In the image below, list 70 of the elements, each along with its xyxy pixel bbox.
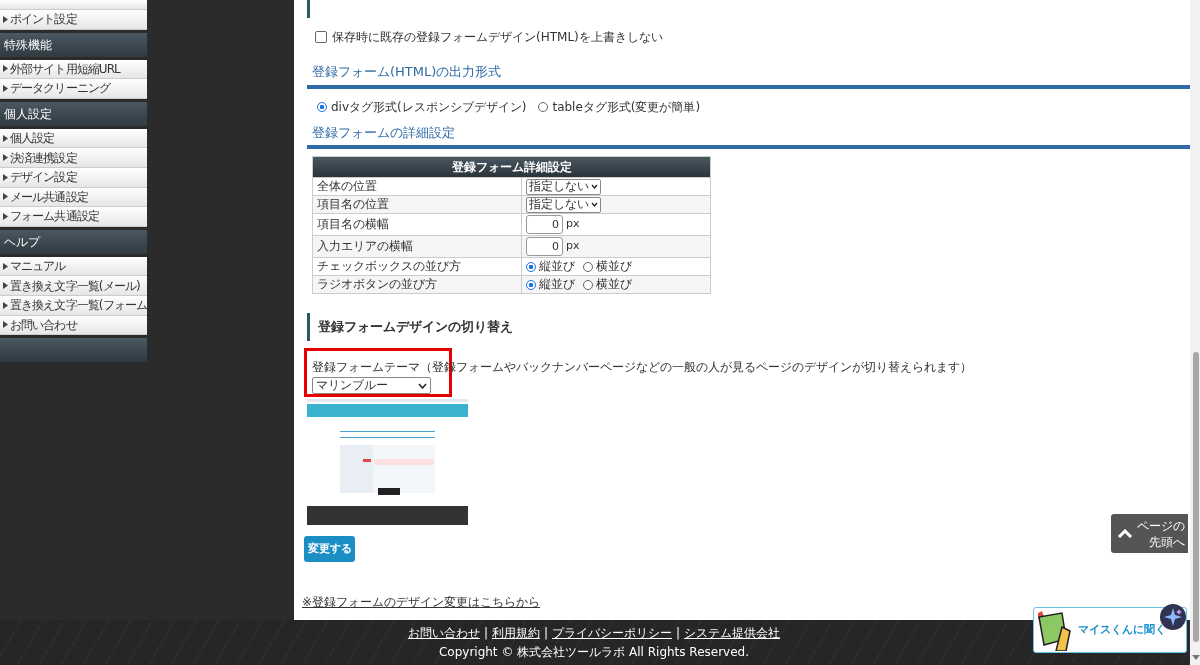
radio-label: 縦並び	[539, 275, 575, 293]
section-heading: 登録フォームの詳細設定	[311, 123, 456, 142]
radio-button[interactable]	[583, 261, 593, 272]
sidebar-item[interactable]: 置き換え文字一覧(メール)	[0, 276, 147, 296]
sidebar-item[interactable]: 置き換え文字一覧(フォーム	[0, 295, 147, 316]
chevron-up-icon	[1117, 529, 1133, 538]
section-heading: 登録フォーム(HTML)の出力形式	[311, 63, 503, 81]
sidebar-item[interactable]: 決済連携設定	[0, 148, 147, 168]
radio-label: 横並び	[596, 257, 632, 275]
radio-label: divタグ形式(レスポンシブデザイン)	[331, 98, 527, 116]
radio-button[interactable]	[538, 101, 549, 112]
triangle-icon	[3, 193, 8, 201]
footer-link[interactable]: プライバシーポリシー	[552, 624, 672, 642]
separator: |	[543, 625, 548, 642]
table-cell: ラジオボタンの並び方	[313, 276, 522, 293]
triangle-icon	[3, 321, 8, 329]
table-header: 登録フォーム詳細設定	[313, 157, 710, 177]
triangle-icon	[3, 262, 8, 270]
unit-label: px	[566, 216, 580, 233]
triangle-icon	[3, 154, 8, 162]
radio-button[interactable]	[583, 279, 593, 290]
sidebar-item[interactable]: マニュアル	[0, 256, 147, 277]
radio-button[interactable]	[317, 101, 327, 112]
checkbox-label: 保存時に既存の登録フォームデザイン(HTML)を上書きしない	[332, 29, 663, 46]
separator: |	[676, 625, 681, 642]
triangle-icon	[3, 65, 8, 73]
chat-button[interactable]: マイスくんに聞く	[1033, 607, 1187, 653]
footer-link[interactable]: 利用規約	[491, 624, 540, 642]
sidebar-heading: 個人設定	[0, 101, 147, 126]
submit-button[interactable]: 変更する	[304, 536, 355, 562]
footer-link[interactable]: お問い合わせ	[407, 624, 480, 642]
design-change-link[interactable]: ※登録フォームのデザイン変更はこちらから	[302, 593, 541, 611]
sidebar-item[interactable]: メール共通設定	[0, 187, 147, 208]
chevron-icon	[591, 184, 598, 189]
select-field[interactable]: 指定しない	[526, 196, 601, 213]
triangle-icon	[3, 85, 8, 92]
triangle-icon	[3, 301, 8, 309]
sidebar-heading: 特殊機能	[0, 32, 147, 57]
copyright-text: Copyright © 株式会社ツールラボ All Rights Reserved.	[438, 644, 750, 661]
triangle-icon	[3, 282, 8, 290]
sidebar-item[interactable]: 個人設定	[0, 128, 147, 149]
triangle-icon	[3, 212, 8, 220]
sidebar-item[interactable]: フォーム共通設定	[0, 207, 147, 227]
select-field[interactable]: 指定しない	[526, 178, 601, 195]
unit-label: px	[566, 238, 580, 255]
triangle-icon	[3, 134, 8, 142]
triangle-icon	[3, 173, 8, 181]
number-field[interactable]: 0	[526, 215, 563, 234]
theme-select[interactable]: マリンブルー	[312, 377, 431, 394]
back-to-top-button[interactable]: ページの 先頭へ	[1111, 514, 1188, 553]
radio-button[interactable]	[526, 261, 536, 272]
radio-label: tableタグ形式(変更が簡単)	[552, 98, 701, 116]
sidebar-item[interactable]: 外部サイト用短縮URL	[0, 59, 147, 80]
radio-label: 縦並び	[539, 257, 575, 275]
sidebar-item[interactable]: お問い合わせ	[0, 315, 147, 336]
footer-link[interactable]: システム提供会社	[684, 624, 781, 642]
separator: |	[483, 625, 488, 642]
radio-label: 横並び	[596, 275, 632, 293]
radio-button[interactable]	[526, 279, 536, 290]
sidebar-item[interactable]: デザイン設定	[0, 167, 147, 188]
chevron-icon	[591, 202, 598, 207]
heading-bar	[307, 0, 310, 18]
sidebar-heading: ヘルプ	[0, 229, 147, 254]
sidebar-item[interactable]: ポイント設定	[0, 10, 147, 30]
sidebar-item[interactable]: データクリーニング	[0, 79, 147, 99]
number-field[interactable]: 0	[526, 237, 563, 256]
triangle-icon	[3, 15, 8, 23]
section-heading: 登録フォームデザインの切り替え	[307, 313, 607, 341]
checkbox[interactable]	[315, 31, 327, 43]
chevron-icon	[418, 382, 427, 389]
